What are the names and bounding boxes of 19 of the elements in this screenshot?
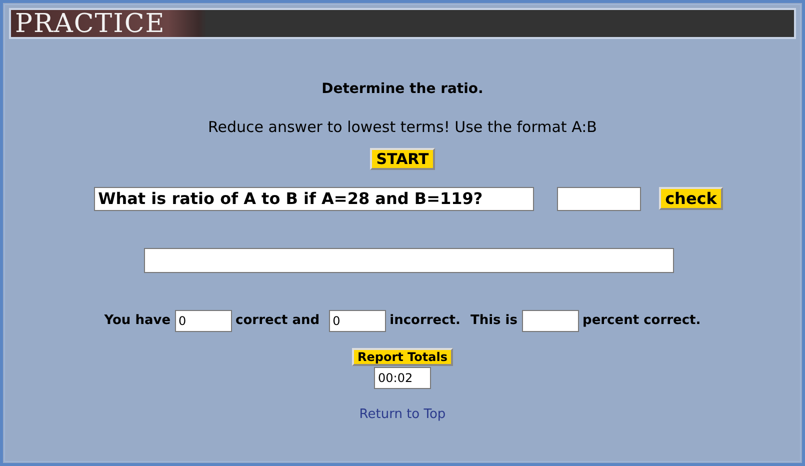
instruction-text: Determine the ratio. bbox=[320, 80, 484, 99]
score-label: You have bbox=[104, 312, 171, 330]
score-label: This is bbox=[470, 312, 518, 330]
incorrect-field[interactable]: 0 bbox=[328, 310, 386, 332]
report-totals-button[interactable]: Report Totals bbox=[352, 348, 454, 366]
check-button[interactable]: check bbox=[659, 186, 723, 210]
answer-field[interactable] bbox=[557, 186, 642, 210]
score-label: percent correct. bbox=[582, 312, 701, 330]
score-label: incorrect. bbox=[390, 312, 460, 330]
return-to-top-link[interactable]: Return to Top bbox=[359, 404, 446, 424]
banner-title: PRACTICE bbox=[15, 10, 166, 36]
correct-field[interactable]: 0 bbox=[174, 310, 232, 332]
percent-field[interactable] bbox=[522, 310, 579, 332]
hint-text: Reduce answer to lowest terms! Use the format A:B bbox=[207, 117, 598, 138]
start-button[interactable]: START bbox=[370, 148, 435, 170]
score-label: correct and bbox=[236, 312, 320, 330]
timer-field[interactable]: 00:02 bbox=[374, 366, 431, 389]
question-field[interactable]: What is ratio of A to B if A=28 and B=119? bbox=[94, 186, 534, 210]
feedback-field[interactable] bbox=[144, 248, 674, 272]
